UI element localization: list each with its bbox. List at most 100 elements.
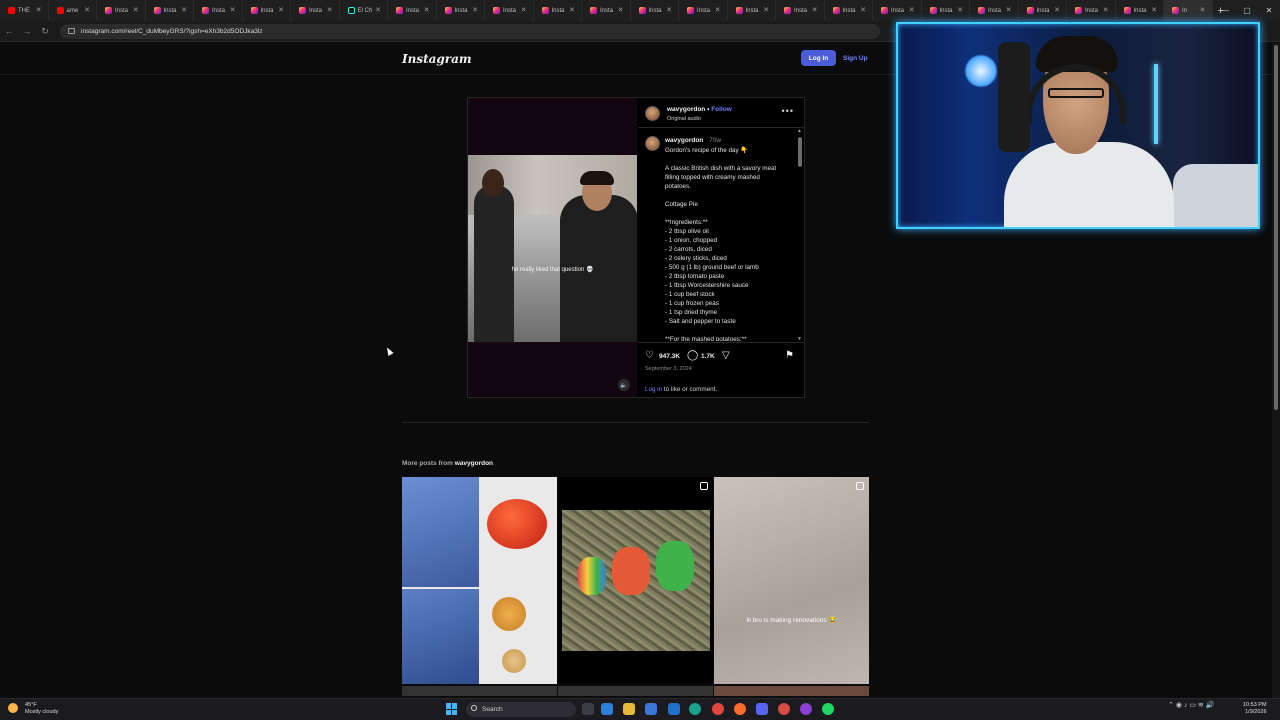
grid-post-1[interactable] bbox=[402, 477, 557, 684]
close-tab-icon[interactable]: ✕ bbox=[230, 6, 236, 14]
browser-tab[interactable]: ame ✕ bbox=[49, 0, 97, 21]
follow-button[interactable]: Follow bbox=[711, 106, 732, 113]
close-tab-icon[interactable]: ✕ bbox=[1103, 6, 1109, 14]
taskbar-clock[interactable]: 10:53 PM 1/9/2026 bbox=[1243, 702, 1267, 716]
spotify-icon[interactable] bbox=[822, 703, 834, 715]
close-tab-icon[interactable]: ✕ bbox=[957, 6, 963, 14]
browser-tab[interactable]: Insta ✕ bbox=[679, 0, 728, 21]
chrome-profile-icon[interactable] bbox=[778, 703, 790, 715]
browser-tab[interactable]: Insta ✕ bbox=[825, 0, 873, 21]
microphone-icon[interactable]: ♪ bbox=[1184, 702, 1188, 709]
close-tab-icon[interactable]: ✕ bbox=[1054, 6, 1060, 14]
login-button[interactable]: Log In bbox=[801, 50, 836, 66]
weather-widget[interactable]: 45°F Mostly cloudy bbox=[8, 702, 58, 716]
close-tab-icon[interactable]: ✕ bbox=[569, 6, 575, 14]
reel-video[interactable]: he really liked that question 💀 bbox=[468, 155, 637, 342]
browser-tab[interactable]: Insta ✕ bbox=[970, 0, 1019, 21]
close-tab-icon[interactable]: ✕ bbox=[1200, 6, 1206, 14]
close-tab-icon[interactable]: ✕ bbox=[1151, 6, 1157, 14]
more-posts-user[interactable]: wavygordon bbox=[455, 460, 493, 467]
maximize-icon[interactable]: ▢ bbox=[1236, 0, 1258, 21]
wifi-icon[interactable]: ≋ bbox=[1198, 702, 1204, 709]
close-tab-icon[interactable]: ✕ bbox=[327, 6, 333, 14]
instagram-logo[interactable]: Instagram bbox=[402, 52, 472, 66]
browser-tab[interactable]: Insta ✕ bbox=[776, 0, 825, 21]
discord-icon[interactable] bbox=[756, 703, 768, 715]
audio-label[interactable]: Original audio bbox=[667, 116, 701, 122]
minimize-icon[interactable]: — bbox=[1214, 0, 1236, 21]
display-icon[interactable]: ▭ bbox=[1189, 702, 1196, 709]
reel-media[interactable]: he really liked that question 💀 🔈 bbox=[468, 98, 637, 397]
comment-avatar[interactable] bbox=[645, 136, 660, 151]
browser-tab[interactable]: Insta ✕ bbox=[485, 0, 534, 21]
obs-icon[interactable] bbox=[800, 703, 812, 715]
grid-post-2[interactable] bbox=[558, 477, 713, 684]
close-tab-icon[interactable]: ✕ bbox=[521, 6, 527, 14]
mute-icon[interactable]: 🔈 bbox=[618, 379, 630, 391]
close-tab-icon[interactable]: ✕ bbox=[36, 6, 42, 14]
store-icon[interactable] bbox=[645, 703, 657, 715]
browser-tab[interactable]: Insta ✕ bbox=[873, 0, 922, 21]
browser-tab[interactable]: THE ✕ bbox=[0, 0, 49, 21]
browser-tab[interactable]: Insta ✕ bbox=[291, 0, 340, 21]
browser-tab[interactable]: Insta ✕ bbox=[1067, 0, 1116, 21]
grid-post-5[interactable] bbox=[558, 686, 713, 696]
grid-post-6[interactable] bbox=[714, 686, 869, 696]
close-tab-icon[interactable]: ✕ bbox=[84, 6, 90, 14]
signup-button[interactable]: Sign Up bbox=[843, 50, 868, 66]
browser-tab[interactable]: Insta ✕ bbox=[1116, 0, 1164, 21]
close-tab-icon[interactable]: ✕ bbox=[909, 6, 915, 14]
address-bar[interactable]: instagram.com/reel/C_duMbeyGRS/?igsh=eXh… bbox=[60, 23, 880, 39]
forward-icon[interactable]: → bbox=[18, 26, 36, 36]
browser-tab[interactable]: In ✕ bbox=[1164, 0, 1213, 21]
bookmark-icon[interactable]: ⚑ bbox=[785, 350, 794, 361]
share-icon[interactable]: ▽ bbox=[722, 350, 730, 361]
close-icon[interactable]: ✕ bbox=[1258, 0, 1280, 21]
taskbar-search[interactable]: Search bbox=[466, 702, 576, 717]
browser-tab[interactable]: Insta ✕ bbox=[534, 0, 582, 21]
comment-username[interactable]: wavygordon bbox=[665, 137, 703, 144]
caption-scrollbar[interactable]: ▲ ▼ bbox=[797, 129, 802, 341]
close-tab-icon[interactable]: ✕ bbox=[278, 6, 284, 14]
close-tab-icon[interactable]: ✕ bbox=[666, 6, 672, 14]
grid-post-4[interactable] bbox=[402, 686, 557, 696]
close-tab-icon[interactable]: ✕ bbox=[618, 6, 624, 14]
close-tab-icon[interactable]: ✕ bbox=[812, 6, 818, 14]
back-icon[interactable]: ← bbox=[0, 26, 18, 36]
login-link[interactable]: Log in bbox=[645, 386, 662, 393]
caption-scroll-thumb[interactable] bbox=[798, 137, 802, 167]
browser-tab[interactable]: Insta ✕ bbox=[146, 0, 194, 21]
edge-icon[interactable] bbox=[689, 703, 701, 715]
close-tab-icon[interactable]: ✕ bbox=[375, 6, 381, 14]
close-tab-icon[interactable]: ✕ bbox=[715, 6, 721, 14]
browser-tab[interactable]: Insta ✕ bbox=[388, 0, 437, 21]
avatar[interactable] bbox=[645, 106, 660, 121]
browser-tab[interactable]: El Ch ✕ bbox=[340, 0, 388, 21]
close-tab-icon[interactable]: ✕ bbox=[763, 6, 769, 14]
close-tab-icon[interactable]: ✕ bbox=[860, 6, 866, 14]
browser-tab[interactable]: Insta ✕ bbox=[194, 0, 243, 21]
like-icon[interactable]: ♡ bbox=[645, 350, 654, 361]
grid-post-3[interactable]: lil bro is making renovations 😂 bbox=[714, 477, 869, 684]
browser-tab[interactable]: Insta ✕ bbox=[437, 0, 485, 21]
scroll-down-icon[interactable]: ▼ bbox=[797, 336, 802, 341]
task-view-icon[interactable] bbox=[582, 703, 594, 715]
network-icon[interactable]: ◉ bbox=[1176, 702, 1182, 709]
scroll-up-icon[interactable]: ▲ bbox=[797, 129, 802, 134]
close-tab-icon[interactable]: ✕ bbox=[424, 6, 430, 14]
mail-icon[interactable] bbox=[668, 703, 680, 715]
browser-tab[interactable]: Insta ✕ bbox=[243, 0, 291, 21]
author-username[interactable]: wavygordon bbox=[667, 106, 705, 113]
close-tab-icon[interactable]: ✕ bbox=[472, 6, 478, 14]
comment-icon[interactable]: ◯ bbox=[687, 350, 698, 361]
tray-chevron-icon[interactable]: ⌃ bbox=[1168, 702, 1174, 709]
browser-tab[interactable]: Insta ✕ bbox=[582, 0, 631, 21]
chrome-icon[interactable] bbox=[712, 703, 724, 715]
firefox-icon[interactable] bbox=[734, 703, 746, 715]
page-scrollbar[interactable] bbox=[1272, 43, 1280, 698]
close-tab-icon[interactable]: ✕ bbox=[1006, 6, 1012, 14]
start-icon[interactable] bbox=[446, 703, 458, 715]
more-options-icon[interactable]: ••• bbox=[782, 106, 794, 116]
copilot-icon[interactable] bbox=[601, 703, 613, 715]
browser-tab[interactable]: Insta ✕ bbox=[922, 0, 970, 21]
